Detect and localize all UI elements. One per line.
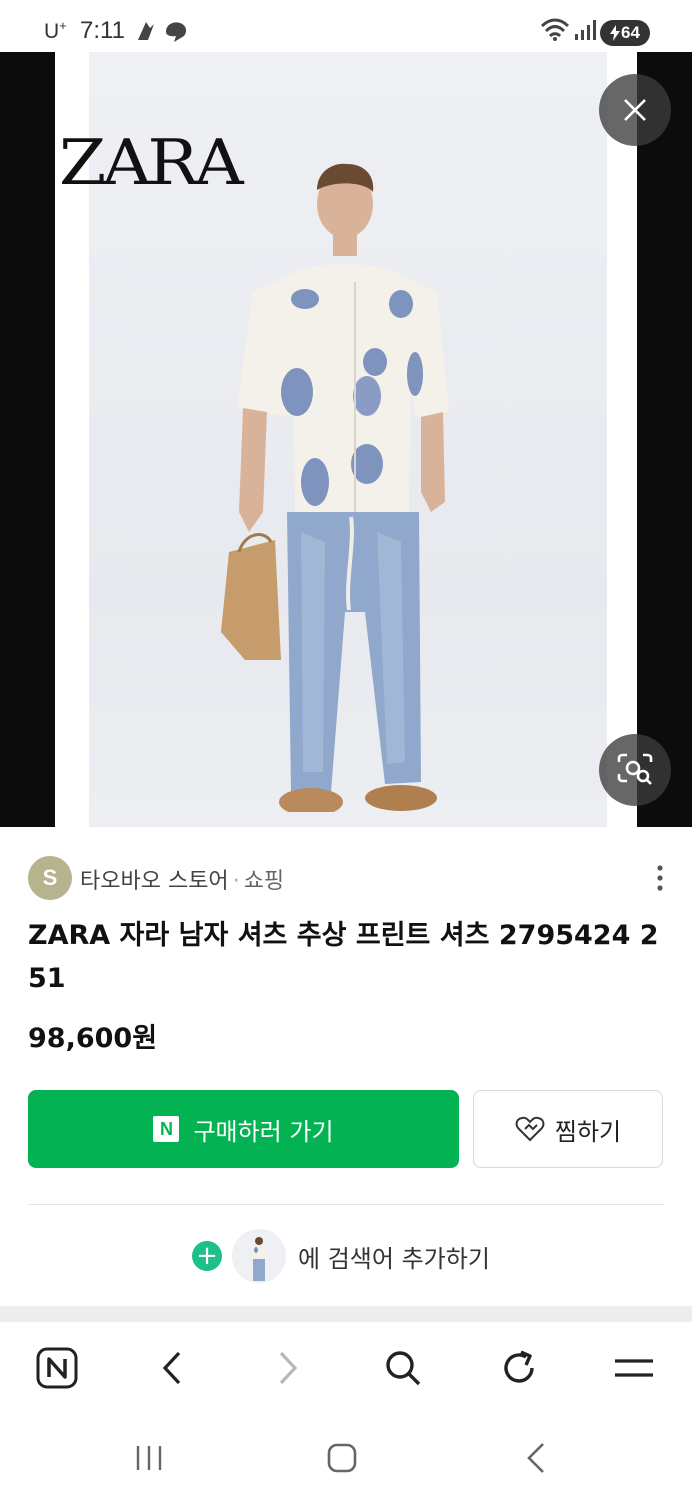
back-icon — [162, 1351, 181, 1385]
clock: 7:11 — [80, 17, 125, 44]
store-name[interactable]: 타오바오 스토어 — [80, 869, 229, 894]
thumbnail-image — [232, 1229, 286, 1283]
browser-toolbar — [0, 1322, 692, 1414]
product-price: 98,600원 — [28, 1023, 158, 1054]
plus-icon: + — [192, 1241, 222, 1271]
close-icon — [624, 99, 646, 121]
section-separator — [0, 1306, 692, 1322]
battery-level: 64 — [621, 23, 640, 42]
product-thumbnail — [232, 1229, 286, 1283]
add-keyword-label: 에 검색어 추가하기 — [298, 1244, 490, 1273]
product-photo: ZARA — [55, 52, 637, 827]
product-title[interactable]: ZARA 자라 남자 셔츠 추상 프린트 셔츠 2795424 251 — [28, 914, 664, 1000]
refresh-icon — [504, 1350, 534, 1383]
recent-apps-button[interactable] — [125, 1436, 173, 1480]
image-viewer[interactable]: ZARA — [0, 52, 692, 827]
notification-app-icon — [138, 22, 154, 40]
forward-button[interactable] — [264, 1344, 312, 1392]
notification-chat-icon — [166, 22, 187, 42]
naver-home-icon — [36, 1347, 78, 1389]
naver-badge-icon: N — [153, 1116, 180, 1142]
close-button[interactable] — [599, 74, 671, 146]
system-navigation-bar — [0, 1414, 692, 1500]
store-category: 쇼핑 — [243, 869, 285, 894]
search-button[interactable] — [379, 1344, 427, 1392]
store-separator: · — [232, 869, 240, 894]
menu-button[interactable] — [610, 1344, 658, 1392]
carrier-label: U+ — [44, 18, 67, 43]
recent-apps-icon — [136, 1446, 162, 1470]
buy-button[interactable]: N 구매하러 가기 — [28, 1090, 459, 1168]
lens-search-icon — [617, 753, 653, 785]
naver-home-button[interactable] — [33, 1344, 81, 1392]
heart-icon — [515, 1116, 545, 1142]
battery-indicator: 64 — [600, 20, 650, 46]
system-back-button[interactable] — [512, 1436, 560, 1480]
refresh-button[interactable] — [495, 1344, 543, 1392]
back-icon — [527, 1443, 544, 1473]
back-button[interactable] — [148, 1344, 196, 1392]
lens-search-button[interactable] — [599, 734, 671, 806]
store-info[interactable]: 타오바오 스토어 · 쇼핑 — [80, 863, 284, 895]
store-row[interactable]: S 타오바오 스토어 · 쇼핑 — [28, 856, 664, 900]
status-bar: U+ 7:11 64 — [0, 0, 692, 54]
divider — [28, 1204, 664, 1205]
wishlist-label: 찜하기 — [554, 1117, 622, 1146]
buy-button-label: 구매하러 가기 — [193, 1117, 334, 1146]
model-illustration — [221, 163, 449, 812]
home-icon — [327, 1443, 357, 1473]
signal-icon — [575, 20, 596, 40]
search-icon — [386, 1351, 421, 1386]
charging-icon — [610, 25, 621, 41]
forward-icon — [279, 1351, 298, 1385]
wishlist-button[interactable]: 찜하기 — [473, 1090, 663, 1168]
more-options-icon[interactable] — [650, 864, 670, 892]
wifi-icon — [540, 18, 570, 41]
menu-icon — [615, 1359, 653, 1377]
add-keyword-row[interactable]: + 에 검색어 추가하기 — [192, 1226, 490, 1286]
home-button[interactable] — [318, 1436, 366, 1480]
store-avatar: S — [28, 856, 72, 900]
